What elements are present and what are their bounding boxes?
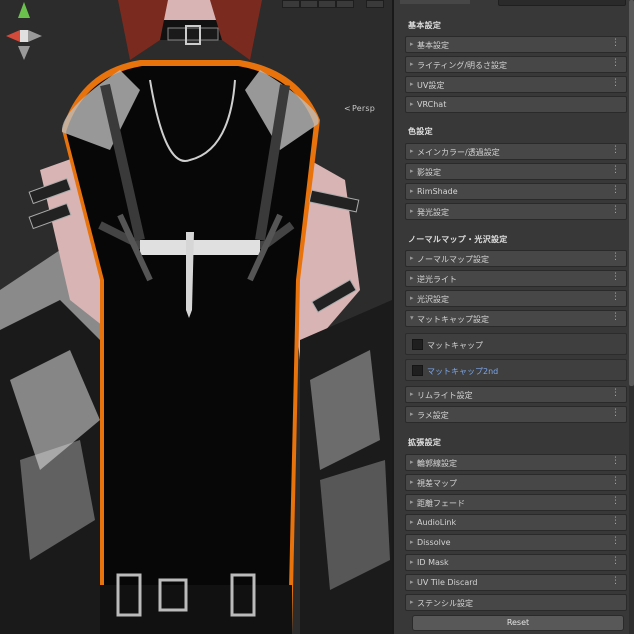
foldout-audiolink[interactable]: ▸ AudioLink ⋮ <box>405 514 627 531</box>
menu-icon[interactable]: ⋮ <box>611 185 620 195</box>
foldout-stencil[interactable]: ▸ ステンシル設定 <box>405 594 627 611</box>
foldout-emission[interactable]: ▸ 発光設定 ⋮ <box>405 203 627 220</box>
menu-icon[interactable]: ⋮ <box>611 165 620 175</box>
scrollbar-thumb[interactable] <box>629 0 634 386</box>
matcap-checkbox[interactable] <box>412 339 423 350</box>
matcap2nd-toggle-row[interactable]: マットキャップ2nd <box>405 359 627 381</box>
menu-icon[interactable]: ⋮ <box>611 496 620 506</box>
foldout-arrow-icon: ▸ <box>410 518 414 526</box>
foldout-lighting-settings[interactable]: ▸ ライティング/明るさ設定 ⋮ <box>405 56 627 73</box>
menu-icon[interactable]: ⋮ <box>611 456 620 466</box>
menu-icon[interactable]: ⋮ <box>611 252 620 262</box>
foldout-basic-settings[interactable]: ▸ 基本設定 ⋮ <box>405 36 627 53</box>
menu-icon[interactable]: ⋮ <box>611 205 620 215</box>
foldout-arrow-icon: ▸ <box>410 478 414 486</box>
foldout-arrow-icon: ▸ <box>410 538 414 546</box>
foldout-distance-fade[interactable]: ▸ 距離フェード ⋮ <box>405 494 627 511</box>
top-field[interactable] <box>498 0 626 6</box>
menu-icon[interactable]: ⋮ <box>611 38 620 48</box>
avatar-model <box>0 0 392 634</box>
foldout-arrow-icon: ▸ <box>410 274 414 282</box>
foldout-uv-settings[interactable]: ▸ UV設定 ⋮ <box>405 76 627 93</box>
menu-icon[interactable]: ⋮ <box>611 408 620 418</box>
menu-icon[interactable]: ⋮ <box>611 292 620 302</box>
foldout-arrow-icon: ▸ <box>410 458 414 466</box>
foldout-gloss[interactable]: ▸ 光沢設定 ⋮ <box>405 290 627 307</box>
menu-icon[interactable]: ⋮ <box>611 78 620 88</box>
foldout-arrow-icon: ▸ <box>410 294 414 302</box>
menu-icon[interactable]: ⋮ <box>611 536 620 546</box>
foldout-arrow-icon: ▸ <box>410 40 414 48</box>
menu-icon[interactable]: ⋮ <box>611 556 620 566</box>
persp-arrow-icon: < <box>344 104 351 113</box>
foldout-arrow-icon: ▸ <box>410 187 414 195</box>
foldout-backlight[interactable]: ▸ 逆光ライト ⋮ <box>405 270 627 287</box>
foldout-arrow-icon: ▸ <box>410 598 414 606</box>
menu-icon[interactable]: ⋮ <box>611 476 620 486</box>
inspector-panel: 基本設定 ▸ 基本設定 ⋮ ▸ ライティング/明るさ設定 ⋮ ▸ UV設定 ⋮ ▸ VRCha… <box>392 0 634 634</box>
matcap2nd-checkbox[interactable] <box>412 365 423 376</box>
menu-icon[interactable]: ⋮ <box>611 145 620 155</box>
foldout-glitter[interactable]: ▸ ラメ設定 ⋮ <box>405 406 627 423</box>
foldout-arrow-icon: ▸ <box>410 100 414 108</box>
foldout-shadow[interactable]: ▸ 影設定 ⋮ <box>405 163 627 180</box>
scene-view[interactable]: < Persp <box>0 0 392 634</box>
foldout-arrow-icon: ▸ <box>410 498 414 506</box>
foldout-rimlight[interactable]: ▸ リムライト設定 ⋮ <box>405 386 627 403</box>
section-title-normal-gloss: ノーマルマップ・光沢設定 <box>408 235 508 244</box>
foldout-parallax[interactable]: ▸ 視差マップ ⋮ <box>405 474 627 491</box>
section-title-color: 色設定 <box>408 127 433 136</box>
menu-icon[interactable]: ⋮ <box>611 272 620 282</box>
foldout-arrow-icon: ▸ <box>410 390 414 398</box>
foldout-rimshade[interactable]: ▸ RimShade ⋮ <box>405 183 627 200</box>
foldout-arrow-icon: ▸ <box>410 147 414 155</box>
menu-icon[interactable]: ⋮ <box>611 58 620 68</box>
matcap-toggle-row[interactable]: マットキャップ <box>405 333 627 355</box>
foldout-arrow-icon: ▸ <box>410 410 414 418</box>
foldout-arrow-icon: ▸ <box>410 578 414 586</box>
menu-icon[interactable]: ⋮ <box>611 388 620 398</box>
foldout-outline[interactable]: ▸ 輪郭線設定 ⋮ <box>405 454 627 471</box>
menu-icon[interactable]: ⋮ <box>611 312 620 322</box>
reset-button[interactable]: Reset <box>412 615 624 631</box>
foldout-arrow-icon: ▸ <box>410 558 414 566</box>
foldout-dissolve[interactable]: ▸ Dissolve ⋮ <box>405 534 627 551</box>
foldout-arrow-icon: ▸ <box>410 167 414 175</box>
foldout-vrchat[interactable]: ▸ VRChat <box>405 96 627 113</box>
foldout-id-mask[interactable]: ▸ ID Mask ⋮ <box>405 554 627 571</box>
menu-icon[interactable]: ⋮ <box>611 516 620 526</box>
section-title-basic: 基本設定 <box>408 21 442 30</box>
foldout-normal-map[interactable]: ▸ ノーマルマップ設定 ⋮ <box>405 250 627 267</box>
menu-icon[interactable]: ⋮ <box>611 576 620 586</box>
foldout-arrow-icon: ▸ <box>410 60 414 68</box>
foldout-arrow-icon: ▸ <box>407 316 416 320</box>
section-title-extended: 拡張設定 <box>408 438 442 447</box>
foldout-arrow-icon: ▸ <box>410 254 414 262</box>
foldout-arrow-icon: ▸ <box>410 80 414 88</box>
orientation-gizmo[interactable] <box>0 0 48 70</box>
foldout-matcap[interactable]: ▸ マットキャップ設定 ⋮ <box>405 310 627 327</box>
foldout-arrow-icon: ▸ <box>410 207 414 215</box>
foldout-main-color[interactable]: ▸ メインカラー/透過設定 ⋮ <box>405 143 627 160</box>
foldout-uv-tile-discard[interactable]: ▸ UV Tile Discard ⋮ <box>405 574 627 591</box>
persp-label[interactable]: Persp <box>352 104 375 113</box>
top-field-label <box>400 0 470 4</box>
